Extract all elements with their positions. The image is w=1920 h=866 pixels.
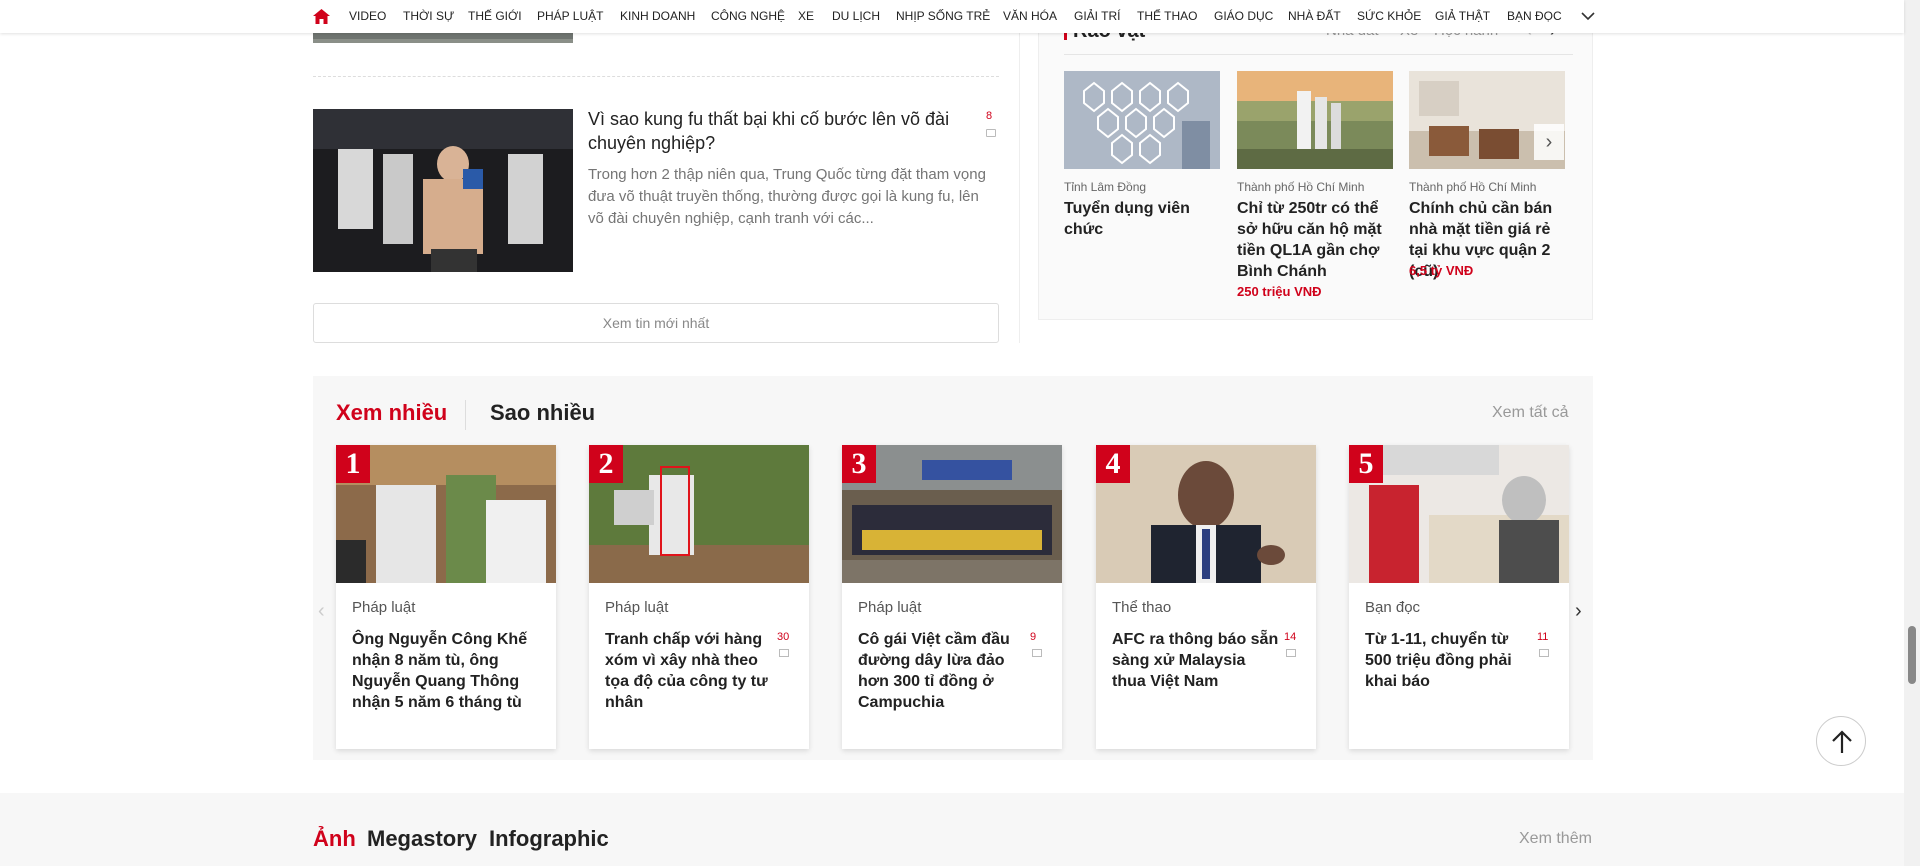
- card-category[interactable]: Pháp luật: [605, 599, 668, 616]
- nav-item[interactable]: PHÁP LUẬT: [537, 0, 603, 33]
- see-more-link[interactable]: Xem thêm: [1519, 830, 1592, 848]
- article-title[interactable]: Vì sao kung fu thất bại khi cố bước lên …: [588, 107, 968, 155]
- nav-item[interactable]: THẾ GIỚI: [468, 0, 522, 33]
- card-title[interactable]: Tranh chấp với hàng xóm vì xây nhà theo …: [605, 629, 775, 713]
- classified-image[interactable]: [1064, 71, 1220, 169]
- nav-item[interactable]: THỂ THAO: [1137, 0, 1197, 33]
- rank-badge: 1: [336, 445, 370, 483]
- arrow-up-icon: [1832, 730, 1852, 753]
- classified-price: 250 triệu VNĐ: [1237, 284, 1322, 299]
- scroll-to-top-button[interactable]: [1816, 716, 1866, 766]
- card-category[interactable]: Pháp luật: [858, 599, 921, 616]
- nav-item[interactable]: GIẢI TRÍ: [1074, 0, 1120, 33]
- nav-item[interactable]: THỜI SỰ: [403, 0, 454, 33]
- classified-image[interactable]: [1237, 71, 1393, 169]
- comment-count[interactable]: 14: [1284, 631, 1296, 643]
- comment-icon[interactable]: [779, 649, 789, 657]
- most-viewed-card[interactable]: 3 Pháp luật Cô gái Việt cầm đầu đường dâ…: [842, 445, 1062, 749]
- classified-location: Thành phố Hồ Chí Minh: [1237, 180, 1365, 194]
- card-title[interactable]: AFC ra thông báo sẵn sàng xử Malaysia th…: [1112, 629, 1282, 692]
- article-thumbnail[interactable]: [313, 109, 573, 272]
- article-description: Trong hơn 2 thập niên qua, Trung Quốc từ…: [588, 166, 986, 227]
- media-section: [0, 793, 1904, 866]
- most-viewed-card[interactable]: 4 Thể thao AFC ra thông báo sẵn sàng xử …: [1096, 445, 1316, 749]
- classified-location: Tỉnh Lâm Đồng: [1064, 180, 1147, 194]
- card-category[interactable]: Bạn đọc: [1365, 599, 1420, 616]
- comment-count[interactable]: 9: [1030, 631, 1036, 643]
- tab-photos[interactable]: Ảnh: [313, 826, 356, 852]
- nav-item[interactable]: DU LỊCH: [832, 0, 880, 33]
- comment-count[interactable]: 8: [986, 110, 992, 122]
- card-category[interactable]: Thể thao: [1112, 599, 1171, 616]
- comment-icon[interactable]: [986, 129, 996, 137]
- chevron-right-icon[interactable]: ›: [1575, 600, 1582, 623]
- nav-item[interactable]: BẠN ĐỌC: [1507, 0, 1562, 33]
- rank-badge: 4: [1096, 445, 1130, 483]
- nav-item[interactable]: GIẢ THẬT: [1435, 0, 1490, 33]
- divider: [313, 76, 999, 77]
- rank-badge: 3: [842, 445, 876, 483]
- card-title[interactable]: Ông Nguyễn Công Khế nhận 8 năm tù, ông N…: [352, 629, 532, 713]
- chevron-left-icon[interactable]: ‹: [318, 600, 325, 623]
- previous-article-image[interactable]: [313, 33, 573, 43]
- comment-icon[interactable]: [1032, 649, 1042, 657]
- comment-icon[interactable]: [1286, 649, 1296, 657]
- rank-badge: 5: [1349, 445, 1383, 483]
- tab-megastory[interactable]: Megastory: [367, 826, 477, 852]
- nav-item[interactable]: VĂN HÓA: [1003, 0, 1057, 33]
- nav-item[interactable]: NHÀ ĐẤT: [1288, 0, 1341, 33]
- view-latest-button[interactable]: Xem tin mới nhất: [313, 303, 999, 343]
- most-viewed-card[interactable]: 1 Pháp luật Ông Nguyễn Công Khế nhận 8 n…: [336, 445, 556, 749]
- comment-count[interactable]: 30: [777, 631, 789, 643]
- tab-infographic[interactable]: Infographic: [489, 826, 609, 852]
- rank-badge: 2: [589, 445, 623, 483]
- most-viewed-card[interactable]: 2 Pháp luật Tranh chấp với hàng xóm vì x…: [589, 445, 809, 749]
- comment-count[interactable]: 11: [1537, 631, 1548, 643]
- classifieds-next-button[interactable]: ›: [1534, 124, 1564, 160]
- nav-item[interactable]: GIÁO DỤC: [1214, 0, 1273, 33]
- nav-item[interactable]: VIDEO: [349, 0, 386, 33]
- comment-icon[interactable]: [1539, 649, 1549, 657]
- scrollbar-track[interactable]: [1904, 0, 1920, 866]
- nav-item[interactable]: NHỊP SỐNG TRẺ: [896, 0, 990, 33]
- card-title[interactable]: Từ 1-11, chuyển từ 500 triệu đồng phải k…: [1365, 629, 1535, 692]
- nav-item[interactable]: KINH DOANH: [620, 0, 695, 33]
- classified-title[interactable]: Tuyển dụng viên chức: [1064, 198, 1224, 240]
- scrollbar-thumb[interactable]: [1908, 626, 1916, 684]
- divider: [1064, 54, 1573, 55]
- chevron-down-icon[interactable]: [1581, 9, 1595, 23]
- nav-item[interactable]: XE: [798, 0, 814, 33]
- card-title[interactable]: Cô gái Việt cầm đầu đường dây lừa đảo hơ…: [858, 629, 1028, 713]
- card-category[interactable]: Pháp luật: [352, 599, 415, 616]
- classified-title[interactable]: Chỉ từ 250tr có thể sở hữu căn hộ mặt ti…: [1237, 198, 1395, 282]
- column-divider: [1019, 33, 1020, 343]
- tab-most-starred[interactable]: Sao nhiều: [490, 400, 595, 426]
- tab-most-viewed[interactable]: Xem nhiều: [336, 400, 447, 426]
- top-navigation: VIDEO THỜI SỰ THẾ GIỚI PHÁP LUẬT KINH DO…: [0, 0, 1904, 33]
- nav-item[interactable]: SỨC KHỎE: [1357, 0, 1421, 33]
- classified-location: Thành phố Hồ Chí Minh: [1409, 180, 1537, 194]
- nav-item[interactable]: CÔNG NGHỆ: [711, 0, 785, 33]
- classified-price: 6,5 tỷ VNĐ: [1409, 263, 1474, 278]
- most-viewed-card[interactable]: 5 Bạn đọc Từ 1-11, chuyển từ 500 triệu đ…: [1349, 445, 1569, 749]
- home-icon[interactable]: [313, 9, 330, 24]
- see-all-link[interactable]: Xem tất cả: [1492, 404, 1568, 422]
- tab-separator: [465, 400, 466, 430]
